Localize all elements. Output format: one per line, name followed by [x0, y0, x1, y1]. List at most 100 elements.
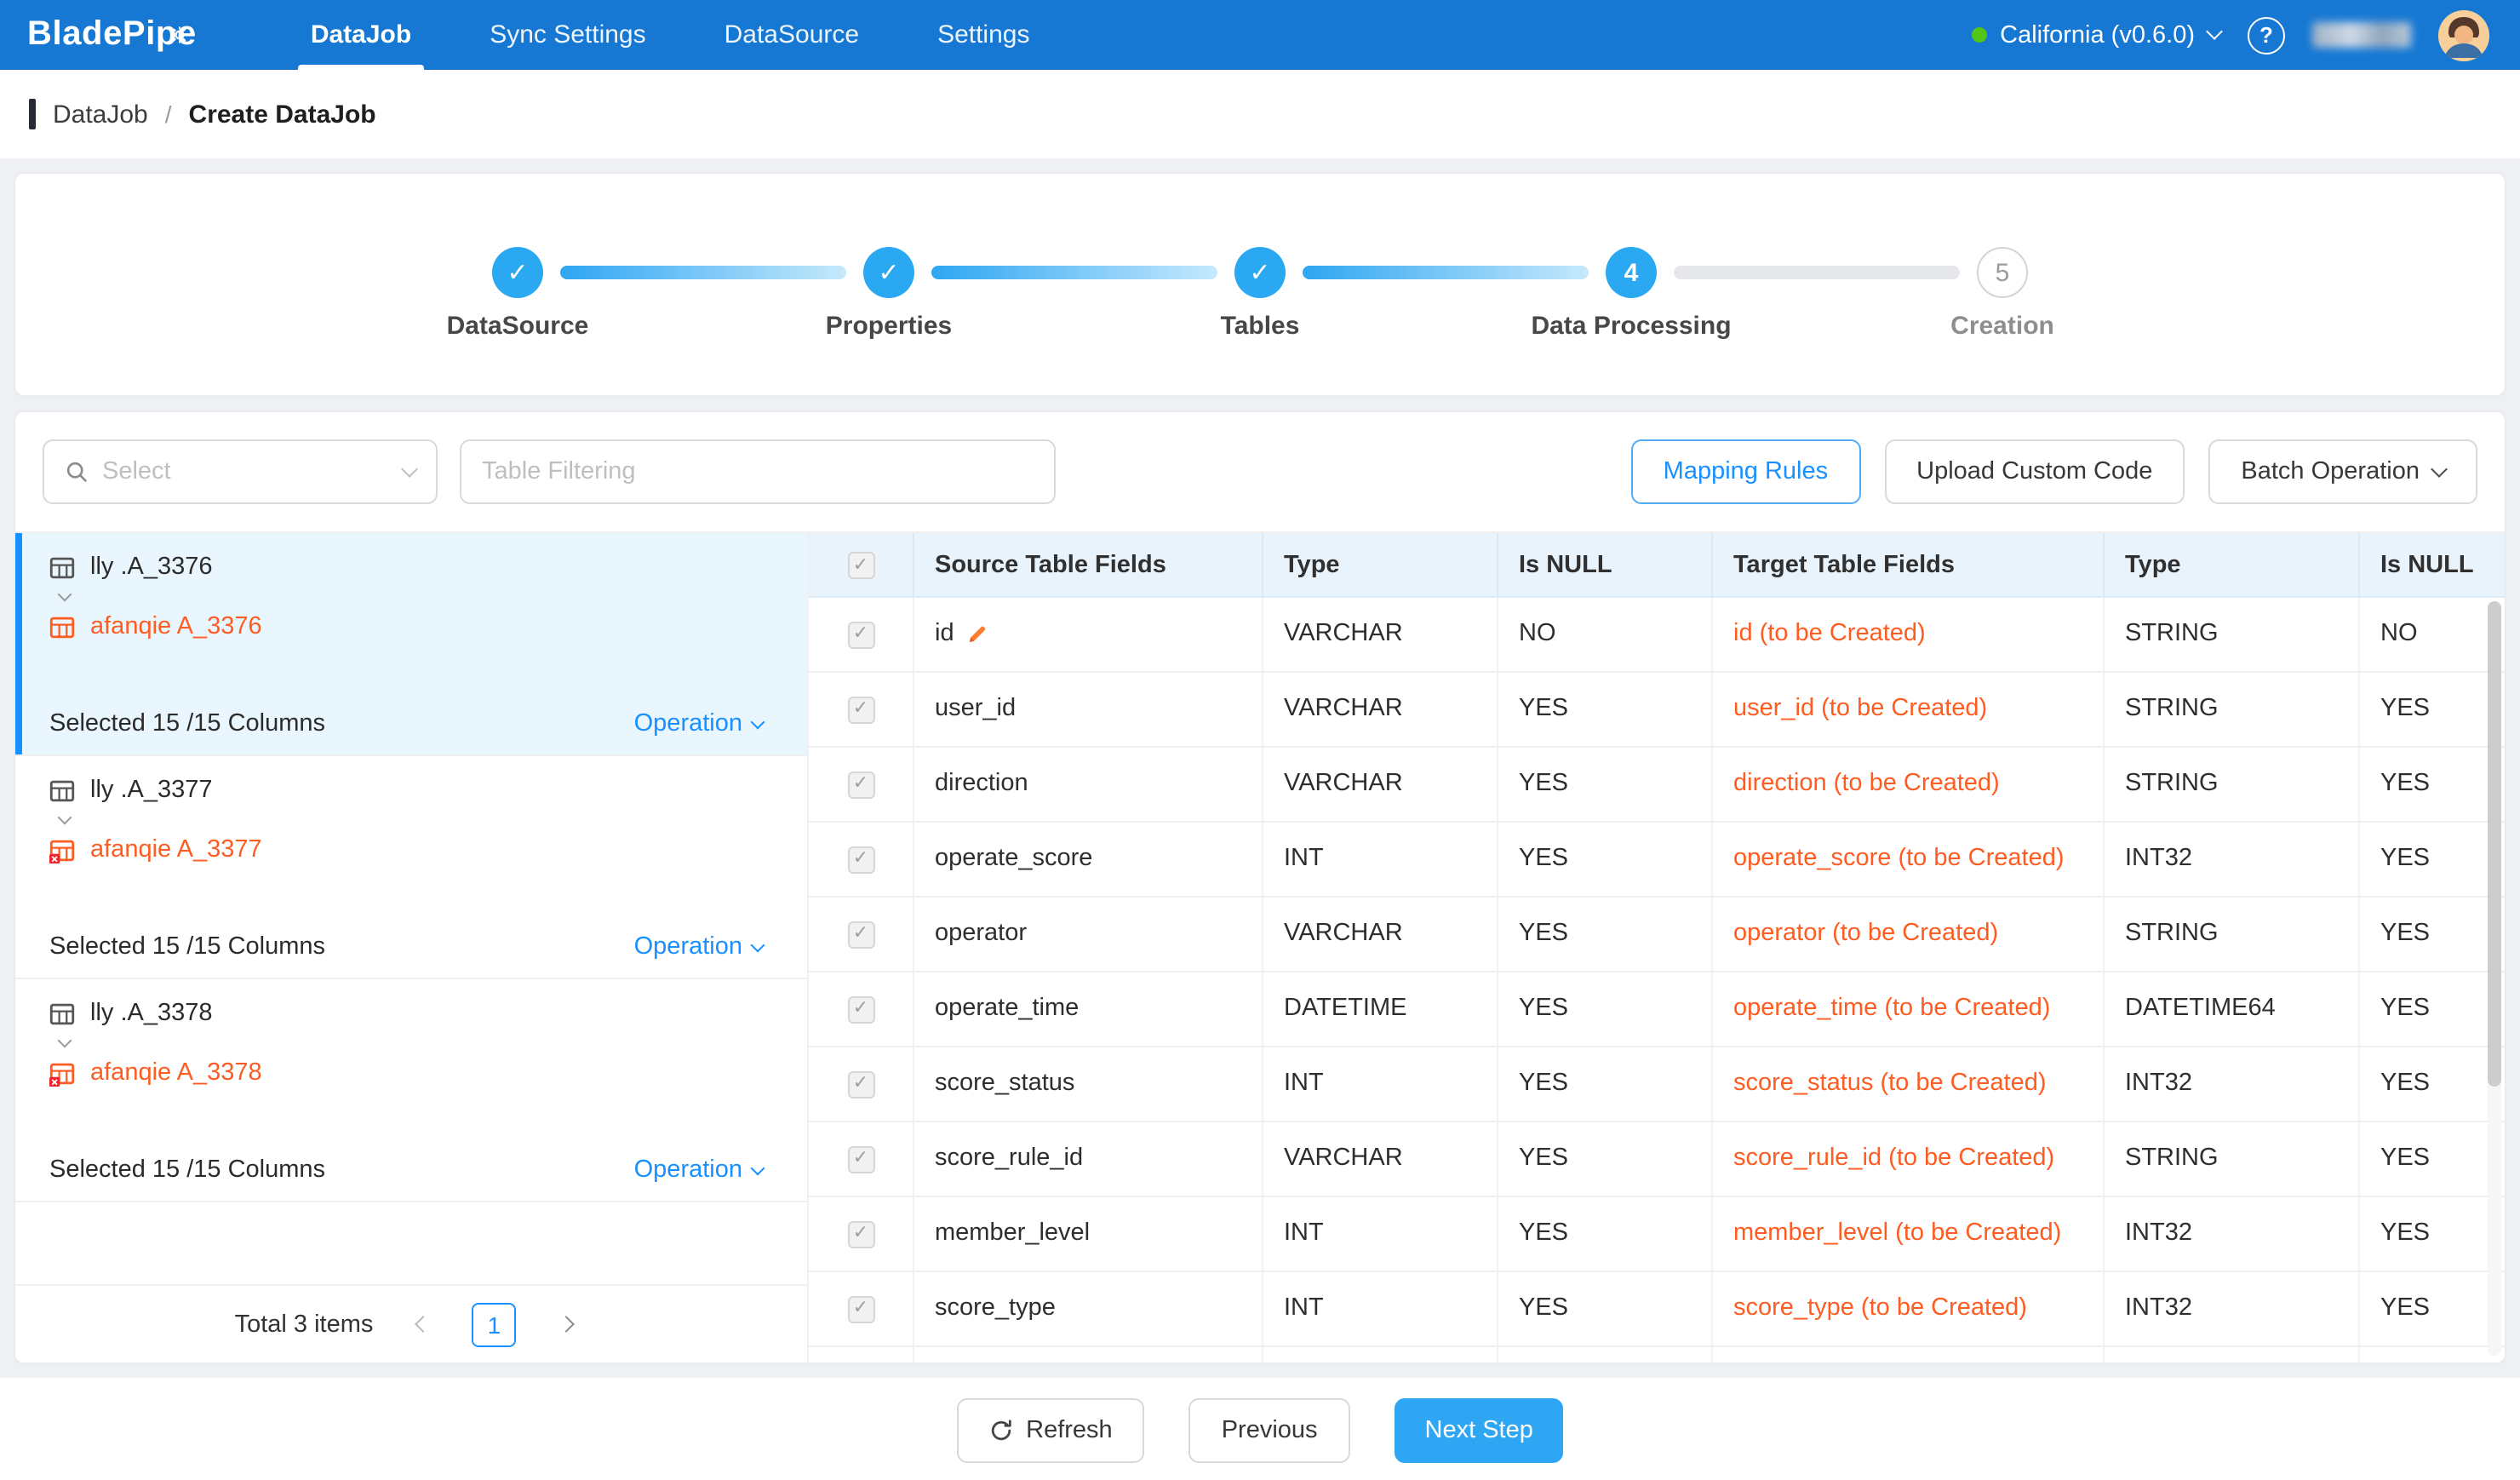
select-placeholder: Select — [102, 458, 171, 485]
table-filter-input[interactable] — [460, 439, 1056, 504]
row-checkbox[interactable]: ✓ — [847, 1295, 874, 1322]
target-isnull-cell: YES — [2360, 1122, 2505, 1196]
target-isnull-cell: YES — [2360, 1197, 2505, 1271]
target-table-row: afanqie A_3377 — [49, 836, 780, 863]
table-icon — [49, 614, 75, 640]
expand-chevron-down-icon[interactable] — [60, 1035, 780, 1049]
target-field-cell: operate_time (to be Created) — [1713, 972, 2105, 1046]
chevron-down-icon — [751, 715, 765, 730]
breadcrumb-parent[interactable]: DataJob — [53, 100, 148, 129]
source-field-cell: operate_time — [914, 972, 1263, 1046]
row-checkbox[interactable]: ✓ — [847, 696, 874, 723]
checkbox-cell: ✓ — [809, 1272, 914, 1345]
target-field-name: score_status (to be Created) — [1733, 1069, 2047, 1099]
table-select-dropdown[interactable]: Select — [43, 439, 438, 504]
target-field-name: user_id (to be Created) — [1733, 694, 1987, 725]
target-field-cell: id (to be Created) — [1713, 598, 2105, 671]
step-label: Tables — [1221, 312, 1300, 341]
source-type-cell: INT — [1263, 823, 1498, 896]
top-navbar: BladePipe DataJobSync SettingsDataSource… — [0, 0, 2520, 70]
source-isnull-cell: YES — [1498, 1272, 1713, 1345]
refresh-label: Refresh — [1026, 1417, 1113, 1444]
source-type-cell: DATETIME — [1263, 972, 1498, 1046]
scrollbar-thumb[interactable] — [2488, 601, 2501, 1087]
table-row: ✓ operate_time DATETIME YES operate_time… — [809, 972, 2505, 1047]
row-checkbox[interactable]: ✓ — [847, 771, 874, 798]
step-label: DataSource — [447, 312, 589, 341]
row-checkbox[interactable]: ✓ — [847, 1145, 874, 1173]
field-table-header: ✓ Source Table Fields Type Is NULL Targe… — [809, 533, 2505, 598]
table-list-item[interactable]: lly .A_3377 afanqie A_3377 Selected 15 /… — [15, 756, 807, 979]
table-list-item[interactable]: lly .A_3376 afanqie A_3376 Selected 15 /… — [15, 533, 807, 756]
row-checkbox[interactable]: ✓ — [847, 1070, 874, 1098]
step-connector — [1674, 266, 1960, 279]
header-source-isnull: Is NULL — [1498, 533, 1713, 596]
pagination-page-1[interactable]: 1 — [472, 1302, 516, 1346]
main-panel: lly .A_3376 afanqie A_3376 Selected 15 /… — [15, 531, 2505, 1362]
source-isnull-cell: YES — [1498, 1122, 1713, 1196]
source-field-cell: score_type — [914, 1272, 1263, 1345]
mapping-rules-button[interactable]: Mapping Rules — [1631, 439, 1860, 504]
source-field-cell: operate_score — [914, 823, 1263, 896]
source-field-cell: score_rule_id — [914, 1122, 1263, 1196]
source-field-cell: operator — [914, 898, 1263, 971]
toolbar: Select Mapping Rules Upload Custom Code … — [15, 412, 2505, 531]
batch-operation-label: Batch Operation — [2241, 458, 2420, 485]
target-isnull-cell: NO — [2360, 598, 2505, 671]
batch-operation-button[interactable]: Batch Operation — [2208, 439, 2477, 504]
target-type-cell: INT32 — [2105, 1047, 2360, 1121]
step-label: Creation — [1950, 312, 2054, 341]
pagination: Total 3 items 1 — [15, 1284, 807, 1362]
row-checkbox[interactable]: ✓ — [847, 921, 874, 948]
expand-chevron-down-icon[interactable] — [60, 812, 780, 826]
next-step-button[interactable]: Next Step — [1395, 1398, 1564, 1463]
upload-custom-code-button[interactable]: Upload Custom Code — [1884, 439, 2185, 504]
pagination-prev-button[interactable] — [400, 1302, 444, 1346]
nav-item-datajob[interactable]: DataJob — [272, 0, 450, 70]
table-row: ✓ score_type INT YES score_type (to be C… — [809, 1272, 2505, 1347]
source-type-cell: INT — [1263, 1197, 1498, 1271]
target-isnull-cell: YES — [2360, 748, 2505, 821]
row-checkbox[interactable]: ✓ — [847, 1220, 874, 1248]
table-list-item[interactable]: lly .A_3378 afanqie A_3378 Selected 15 /… — [15, 979, 807, 1202]
target-table-row: afanqie A_3378 — [49, 1059, 780, 1087]
pagination-next-button[interactable] — [543, 1302, 587, 1346]
operation-link[interactable]: Operation — [634, 710, 763, 737]
row-checkbox[interactable]: ✓ — [847, 621, 874, 648]
refresh-button[interactable]: Refresh — [956, 1398, 1145, 1463]
chevron-down-icon — [401, 461, 418, 478]
row-checkbox[interactable]: ✓ — [847, 846, 874, 873]
scrollbar-track[interactable] — [2488, 601, 2501, 1356]
target-field-cell: user_id (to be Created) — [1713, 673, 2105, 746]
source-isnull-cell: NO — [1498, 598, 1713, 671]
expand-chevron-down-icon[interactable] — [60, 589, 780, 603]
nav-item-settings[interactable]: Settings — [898, 0, 1068, 70]
source-field-cell: id — [914, 598, 1263, 671]
nav-tabs: DataJobSync SettingsDataSourceSettings — [272, 0, 1069, 70]
region-selector[interactable]: California (v0.6.0) — [1971, 21, 2220, 49]
source-field-cell: direction — [914, 748, 1263, 821]
row-checkbox[interactable]: ✓ — [847, 995, 874, 1023]
target-type-cell: STRING — [2105, 1122, 2360, 1196]
select-all-checkbox[interactable]: ✓ — [847, 551, 874, 578]
help-icon[interactable]: ? — [2248, 16, 2285, 54]
operation-link[interactable]: Operation — [634, 1156, 763, 1184]
source-field-cell: user_id — [914, 673, 1263, 746]
stepper-card: ✓DataSource✓Properties✓Tables4Data Proce… — [14, 172, 2506, 397]
checkbox-cell: ✓ — [809, 1197, 914, 1271]
operation-link[interactable]: Operation — [634, 933, 763, 961]
total-items-label: Total 3 items — [235, 1311, 374, 1338]
brand-logo[interactable]: BladePipe — [27, 15, 220, 54]
field-table-body: ✓ id VARCHAR NO id (to be Created) STRIN… — [809, 598, 2505, 1362]
nav-item-sync-settings[interactable]: Sync Settings — [450, 0, 684, 70]
avatar[interactable] — [2438, 9, 2489, 60]
edit-icon[interactable] — [966, 623, 988, 645]
nav-item-datasource[interactable]: DataSource — [685, 0, 898, 70]
step-connector — [931, 266, 1217, 279]
region-label: California (v0.6.0) — [2000, 21, 2195, 49]
previous-button[interactable]: Previous — [1189, 1398, 1350, 1463]
table-row: ✓ user_id VARCHAR YES user_id (to be Cre… — [809, 673, 2505, 748]
source-isnull-cell: YES — [1498, 1197, 1713, 1271]
app-root: BladePipe DataJobSync SettingsDataSource… — [0, 0, 2520, 1480]
target-field-name: score_rule_id (to be Created) — [1733, 1144, 2054, 1174]
